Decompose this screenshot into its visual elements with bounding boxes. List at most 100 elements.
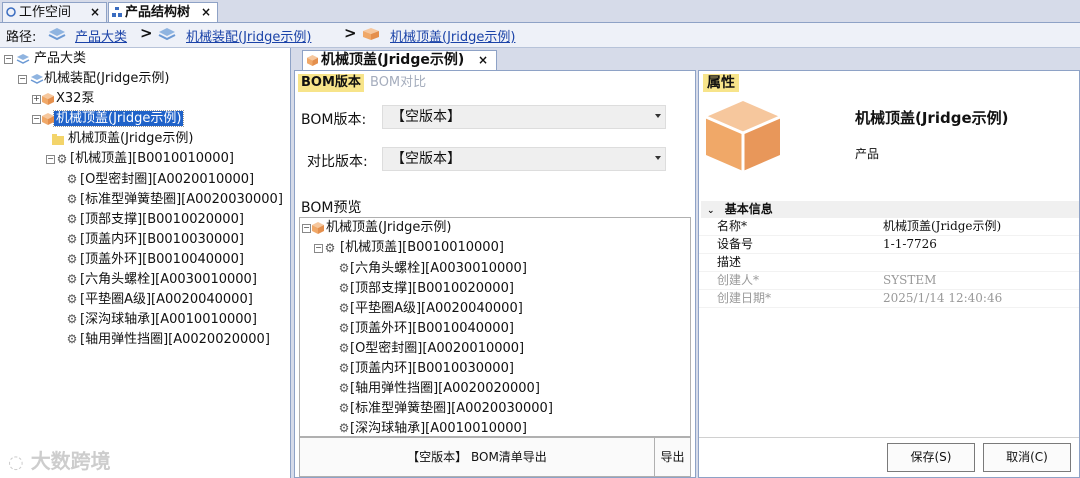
cube-icon [363, 28, 379, 40]
tree-node-top-cover[interactable]: − 机械顶盖(Jridge示例) [32, 110, 185, 128]
bom-node-label: [顶部支撑][B0010020000] [350, 281, 514, 296]
tab-workspace[interactable]: 工作空间 × [2, 2, 107, 22]
bom-preview-tree[interactable]: − 机械顶盖(Jridge示例) − ⚙ [机械顶盖][B0010010000]… [299, 217, 691, 437]
tree-node-label: [六角头螺栓][A0030010000] [80, 272, 257, 287]
tab-workspace-close-icon[interactable]: × [90, 3, 100, 22]
subtab-bom-compare[interactable]: BOM对比 [367, 74, 429, 92]
cube-icon [42, 113, 54, 125]
tree-node-part[interactable]: ⚙ [平垫圈A级][A0020040000] [66, 290, 255, 308]
compare-version-select[interactable]: 【空版本】 [382, 147, 666, 171]
product-cube-icon [705, 101, 781, 171]
tab-properties[interactable]: 属性 [703, 74, 739, 92]
prop-value: 机械顶盖(Jridge示例) [883, 219, 1002, 233]
breadcrumb-prefix: 路径: [6, 30, 37, 45]
layers-icon [158, 28, 176, 41]
bom-node-part[interactable]: ⚙[标准型弹簧垫圈][A0020030000] [338, 398, 553, 418]
layers-icon [30, 74, 44, 84]
prop-row-name[interactable]: 名称* 机械顶盖(Jridge示例) [699, 218, 1079, 236]
gear-icon: ⚙ [338, 381, 350, 395]
tree-node-label: 产品大类 [34, 51, 87, 66]
tree-node-part[interactable]: ⚙ [顶盖内环][B0010030000] [66, 230, 246, 248]
subtab-bom-version[interactable]: BOM版本 [298, 74, 364, 92]
gear-icon: ⚙ [66, 292, 78, 306]
editor-tab-strip: 机械顶盖(Jridge示例) × [294, 48, 698, 70]
breadcrumb-item-top-cover[interactable]: 机械顶盖(Jridge示例) [390, 26, 515, 45]
basic-info-header[interactable]: ⌄ 基本信息 [701, 201, 1079, 218]
tree-node-part[interactable]: ⚙ [标准型弹簧垫圈][A0020030000] [66, 190, 285, 208]
prop-row-creator: 创建人* SYSTEM [699, 272, 1079, 290]
tab-workspace-label: 工作空间 [19, 5, 72, 20]
tab-top-cover-close-icon[interactable]: × [478, 51, 488, 70]
cube-icon [312, 222, 324, 234]
bom-node-root[interactable]: − 机械顶盖(Jridge示例) [302, 218, 451, 238]
bom-node-label: [机械顶盖][B0010010000] [340, 240, 504, 255]
prop-row-created-date: 创建日期* 2025/1/14 12:40:46 [699, 290, 1079, 308]
gear-icon: ⚙ [338, 401, 350, 415]
bom-node-part[interactable]: ⚙[顶部支撑][B0010020000] [338, 278, 514, 298]
cancel-button[interactable]: 取消(C) [983, 443, 1071, 472]
save-button[interactable]: 保存(S) [887, 443, 975, 472]
tree-node-label: [顶盖外环][B0010040000] [80, 252, 244, 267]
tree-node-pump[interactable]: + X32泵 [32, 90, 96, 108]
properties-panel: 属性 机械顶盖(Jridge示例) 产品 ⌄ 基本信息 名称* 机械顶盖(Jri… [698, 70, 1080, 478]
prop-row-device-no[interactable]: 设备号 1-1-7726 [699, 236, 1079, 254]
layers-icon [16, 54, 30, 64]
bom-node-part[interactable]: ⚙[平垫圈A级][A0020040000] [338, 298, 523, 318]
bom-node-label: [深沟球轴承][A0010010000] [350, 421, 527, 436]
tree-node-label: [机械顶盖][B0010010000] [70, 151, 234, 166]
breadcrumb-separator: > [140, 24, 153, 42]
bom-export-label: 【空版本】 BOM清单导出 [300, 438, 655, 476]
document-tab-strip: 工作空间 × 产品结构树 × [0, 0, 1080, 22]
compare-version-value: 【空版本】 [391, 151, 461, 167]
gear-icon: ⚙ [338, 341, 350, 355]
bom-node-part[interactable]: ⚙[轴用弹性挡圈][A0020020000] [338, 378, 540, 398]
collapse-icon[interactable]: − [18, 75, 27, 84]
collapse-icon[interactable]: − [302, 224, 311, 233]
bom-node-part[interactable]: ⚙[深沟球轴承][A0010010000] [338, 418, 527, 436]
tree-node-label: X32泵 [56, 91, 95, 106]
bom-node-part[interactable]: ⚙[顶盖内环][B0010030000] [338, 358, 514, 378]
gear-group-icon: ⚙ [56, 152, 68, 166]
tree-node-label: 机械顶盖(Jridge示例) [68, 131, 194, 146]
gear-icon: ⚙ [66, 272, 78, 286]
collapse-icon[interactable]: − [46, 155, 55, 164]
breadcrumb-item-assembly[interactable]: 机械装配(Jridge示例) [186, 26, 311, 45]
bom-node-part[interactable]: ⚙[顶盖外环][B0010040000] [338, 318, 514, 338]
collapse-icon[interactable]: − [314, 244, 323, 253]
bom-node-part[interactable]: ⚙[六角头螺栓][A0030010000] [338, 258, 527, 278]
tree-node-assembly[interactable]: − 机械装配(Jridge示例) [18, 70, 171, 88]
bom-node-label: [顶盖内环][B0010030000] [350, 361, 514, 376]
tree-node-root[interactable]: − 产品大类 [4, 50, 88, 68]
breadcrumb-item-product-category[interactable]: 产品大类 [75, 26, 127, 45]
expand-icon[interactable]: + [32, 95, 41, 104]
collapse-icon[interactable]: − [4, 55, 13, 64]
bom-version-select[interactable]: 【空版本】 [382, 105, 666, 129]
tree-node-part[interactable]: ⚙ [顶部支撑][B0010020000] [66, 210, 246, 228]
gear-group-icon: ⚙ [324, 241, 336, 255]
bom-node-label: [顶盖外环][B0010040000] [350, 321, 514, 336]
prop-row-description[interactable]: 描述 [699, 254, 1079, 272]
prop-key: 名称* [717, 219, 748, 233]
tree-node-label: [O型密封圈][A0020010000] [80, 172, 255, 187]
cube-icon [42, 93, 54, 105]
basic-info-title: 基本信息 [724, 202, 773, 216]
collapse-icon[interactable]: − [32, 115, 41, 124]
tree-node-part[interactable]: ⚙ [六角头螺栓][A0030010000] [66, 270, 259, 288]
bom-node-bom[interactable]: − ⚙ [机械顶盖][B0010010000] [314, 238, 504, 258]
product-name: 机械顶盖(Jridge示例) [855, 109, 1009, 127]
tree-node-bom[interactable]: − ⚙ [机械顶盖][B0010010000] [46, 150, 236, 168]
tree-node-part[interactable]: ⚙ [深沟球轴承][A0010010000] [66, 310, 259, 328]
tree-node-part[interactable]: ⚙ [顶盖外环][B0010040000] [66, 250, 246, 268]
tab-product-tree-close-icon[interactable]: × [201, 3, 211, 22]
tab-product-tree[interactable]: 产品结构树 × [108, 2, 218, 22]
tab-top-cover[interactable]: 机械顶盖(Jridge示例) × [302, 50, 497, 70]
tree-node-label: [深沟球轴承][A0010010000] [80, 312, 257, 327]
tree-node-part[interactable]: ⚙ [轴用弹性挡圈][A0020020000] [66, 330, 272, 348]
export-button[interactable]: 导出 [655, 438, 690, 476]
bom-node-part[interactable]: ⚙[O型密封圈][A0020010000] [338, 338, 525, 358]
logo-icon: ◌ [8, 452, 24, 473]
tree-node-label: [顶盖内环][B0010030000] [80, 232, 244, 247]
tree-node-document[interactable]: 机械顶盖(Jridge示例) [52, 130, 195, 148]
gear-icon: ⚙ [338, 421, 350, 435]
tree-node-part[interactable]: ⚙ [O型密封圈][A0020010000] [66, 170, 256, 188]
